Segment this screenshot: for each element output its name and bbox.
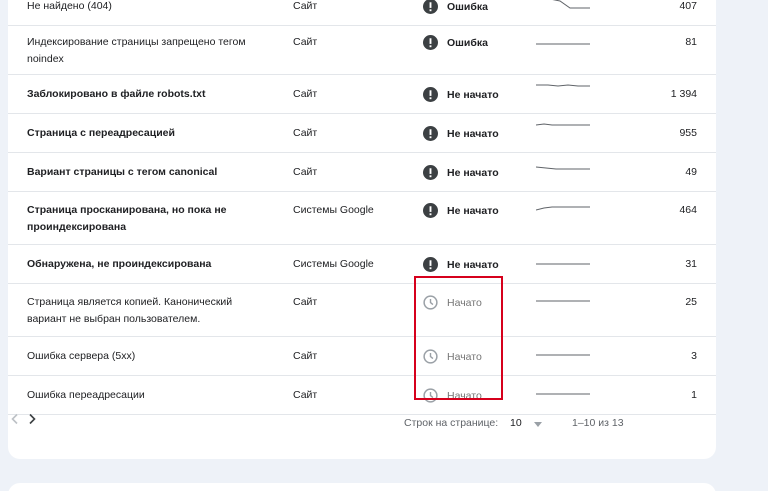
source-cell: Сайт — [293, 127, 318, 139]
source-cell: Сайт — [293, 296, 318, 308]
exclamation-circle-icon — [423, 257, 438, 272]
exclamation-circle-icon — [423, 203, 438, 218]
trend-sparkline — [536, 393, 590, 395]
rows-per-page-select[interactable]: 10 — [510, 417, 522, 429]
count-cell: 464 — [679, 204, 697, 216]
reason-cell: Страница является копией. Канонический в… — [27, 296, 233, 325]
caret-down-icon[interactable] — [534, 422, 542, 427]
source-cell: Сайт — [293, 350, 318, 362]
next-card — [8, 483, 716, 491]
source-cell: Сайт — [293, 166, 318, 178]
exclamation-circle-icon — [423, 0, 438, 14]
reason-cell: Заблокировано в файле robots.txt — [27, 88, 206, 100]
count-cell: 955 — [679, 127, 697, 139]
count-cell: 49 — [685, 166, 697, 178]
reason-cell: Вариант страницы с тегом canonical — [27, 166, 218, 178]
table-row[interactable]: Заблокировано в файле robots.txt Сайт Не… — [8, 75, 716, 114]
table-row[interactable]: Обнаружена, не проиндексирована Системы … — [8, 245, 716, 284]
status-label: Не начато — [447, 166, 499, 179]
table-row[interactable]: Ошибка переадресации Сайт Начато 1 — [8, 376, 716, 415]
chevron-left-icon[interactable] — [8, 412, 22, 426]
reason-cell: Страница просканирована, но пока не прои… — [27, 204, 227, 233]
table-row[interactable]: Страница с переадресацией Сайт Не начато… — [8, 114, 716, 153]
reason-cell: Ошибка сервера (5xx) — [27, 350, 136, 362]
trend-sparkline — [552, 0, 590, 9]
status-cell: Не начато — [423, 164, 499, 181]
table-row[interactable]: Индексирование страницы запрещено тегом … — [8, 26, 716, 75]
trend-sparkline — [536, 123, 590, 126]
pagination-range: 1–10 из 13 — [572, 417, 624, 429]
count-cell: 1 394 — [670, 88, 697, 100]
status-label: Не начато — [447, 258, 499, 271]
rows-per-page-label: Строк на странице: — [404, 417, 499, 429]
count-cell: 407 — [679, 0, 697, 12]
trend-sparkline — [536, 166, 590, 170]
reason-cell: Не найдено (404) — [27, 0, 112, 12]
status-label: Не начато — [447, 127, 499, 140]
table-row[interactable]: Ошибка сервера (5xx) Сайт Начато 3 — [8, 337, 716, 376]
exclamation-circle-icon — [423, 35, 438, 50]
table-row[interactable]: Не найдено (404) Сайт Ошибка 407 — [8, 0, 716, 26]
trend-sparkline — [536, 206, 590, 211]
source-cell: Системы Google — [293, 258, 374, 270]
table-row[interactable]: Страница просканирована, но пока не прои… — [8, 192, 716, 245]
trend-sparkline — [536, 354, 590, 356]
source-cell: Сайт — [293, 0, 318, 12]
reason-cell: Страница с переадресацией — [27, 127, 175, 139]
table-row[interactable]: Вариант страницы с тегом canonical Сайт … — [8, 153, 716, 192]
table-row[interactable]: Страница является копией. Канонический в… — [8, 284, 716, 337]
trend-sparkline — [536, 84, 590, 87]
status-cell: Не начато — [423, 125, 499, 142]
trend-sparkline — [536, 300, 590, 302]
trend-sparkline — [536, 263, 590, 265]
status-label: Ошибка — [447, 36, 488, 49]
status-highlight-box — [414, 276, 503, 400]
status-cell: Ошибка — [423, 0, 488, 15]
issues-table-card: Не найдено (404) Сайт Ошибка 407 Индекси… — [8, 0, 716, 459]
status-cell: Не начато — [423, 202, 499, 219]
source-cell: Сайт — [293, 88, 318, 100]
status-label: Не начато — [447, 204, 499, 217]
count-cell: 3 — [691, 350, 697, 362]
chevron-right-icon[interactable] — [25, 412, 39, 426]
status-label: Ошибка — [447, 0, 488, 13]
count-cell: 81 — [685, 36, 697, 48]
status-cell: Не начато — [423, 256, 499, 273]
count-cell: 1 — [691, 389, 697, 401]
source-cell: Сайт — [293, 36, 318, 48]
status-cell: Ошибка — [423, 34, 488, 51]
pagination-footer: Строк на странице: 10 1–10 из 13 — [8, 412, 716, 438]
exclamation-circle-icon — [423, 126, 438, 141]
count-cell: 31 — [685, 258, 697, 270]
source-cell: Сайт — [293, 389, 318, 401]
exclamation-circle-icon — [423, 87, 438, 102]
exclamation-circle-icon — [423, 165, 438, 180]
count-cell: 25 — [685, 296, 697, 308]
reason-cell: Индексирование страницы запрещено тегом … — [27, 36, 246, 65]
trend-sparkline — [536, 43, 590, 45]
source-cell: Системы Google — [293, 204, 374, 216]
status-cell: Не начато — [423, 86, 499, 103]
reason-cell: Ошибка переадресации — [27, 389, 145, 401]
status-label: Не начато — [447, 88, 499, 101]
reason-cell: Обнаружена, не проиндексирована — [27, 258, 212, 270]
